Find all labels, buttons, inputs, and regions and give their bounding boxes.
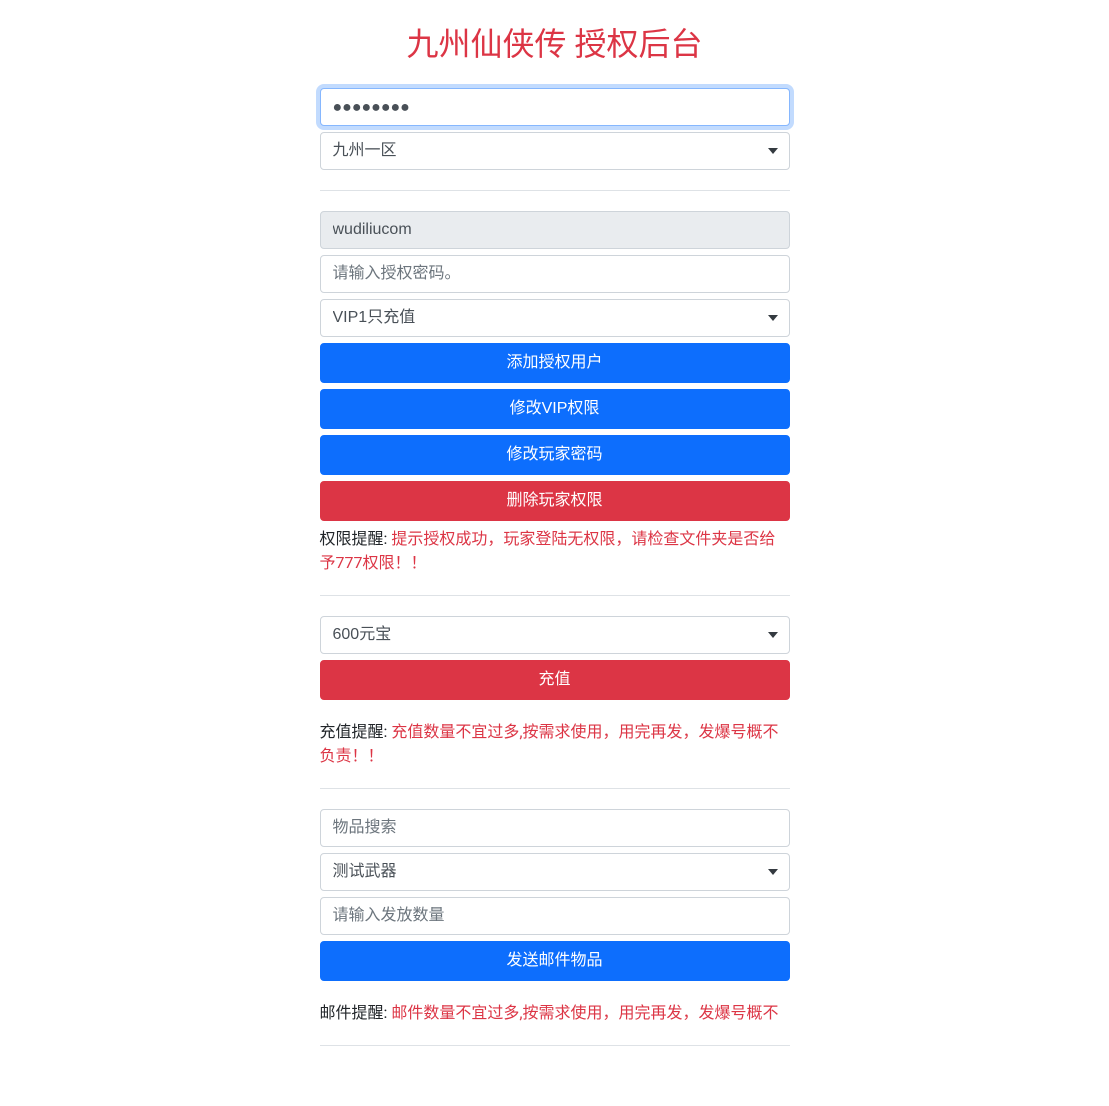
auth-password-input[interactable] (320, 255, 790, 293)
zone-select-wrap: 九州一区 (320, 132, 790, 170)
zone-select[interactable]: 九州一区 (320, 132, 790, 170)
auth-username-input[interactable] (320, 211, 790, 249)
session-password-input[interactable] (320, 88, 790, 126)
mail-note-label: 邮件提醒: (320, 1003, 392, 1022)
item-search-input[interactable] (320, 809, 790, 847)
recharge-amount-select[interactable]: 600元宝 (320, 616, 790, 654)
recharge-button[interactable]: 充值 (320, 660, 790, 700)
section-recharge: 600元宝 充值 充值提醒: 充值数量不宜过多,按需求使用，用完再发，发爆号概不… (320, 616, 790, 789)
add-auth-user-button[interactable]: 添加授权用户 (320, 343, 790, 383)
recharge-select-wrap: 600元宝 (320, 616, 790, 654)
send-mail-button[interactable]: 发送邮件物品 (320, 941, 790, 981)
page-title: 九州仙侠传 授权后台 (320, 20, 790, 68)
delete-player-button[interactable]: 删除玩家权限 (320, 481, 790, 521)
section-top: 九州一区 (320, 88, 790, 191)
vip-select-wrap: VIP1只充值 (320, 299, 790, 337)
auth-note: 权限提醒: 提示授权成功，玩家登陆无权限，请检查文件夹是否给予777权限！！ (320, 527, 790, 575)
section-auth: VIP1只充值 添加授权用户 修改VIP权限 修改玩家密码 删除玩家权限 权限提… (320, 211, 790, 596)
item-select-wrap: 测试武器 (320, 853, 790, 891)
vip-level-select[interactable]: VIP1只充值 (320, 299, 790, 337)
quantity-input[interactable] (320, 897, 790, 935)
modify-password-button[interactable]: 修改玩家密码 (320, 435, 790, 475)
mail-note: 邮件提醒: 邮件数量不宜过多,按需求使用，用完再发，发爆号概不 (320, 1001, 790, 1025)
recharge-note-label: 充值提醒: (320, 722, 392, 741)
item-select[interactable]: 测试武器 (320, 853, 790, 891)
auth-note-label: 权限提醒: (320, 529, 392, 548)
recharge-note: 充值提醒: 充值数量不宜过多,按需求使用，用完再发，发爆号概不负责！！ (320, 720, 790, 768)
modify-vip-button[interactable]: 修改VIP权限 (320, 389, 790, 429)
mail-note-text: 邮件数量不宜过多,按需求使用，用完再发，发爆号概不 (391, 1003, 778, 1022)
section-mail: 测试武器 发送邮件物品 邮件提醒: 邮件数量不宜过多,按需求使用，用完再发，发爆… (320, 809, 790, 1046)
